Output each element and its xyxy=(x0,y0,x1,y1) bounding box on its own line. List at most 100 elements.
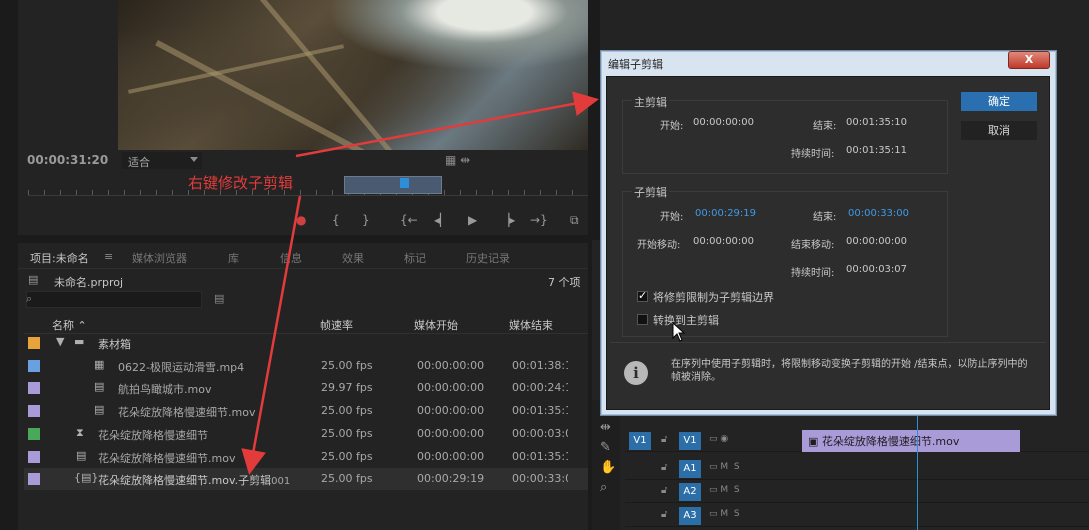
track-target-a1[interactable]: A1 xyxy=(679,460,701,478)
track-source-v1[interactable]: V1 xyxy=(629,432,651,450)
project-file-name: 未命名.prproj xyxy=(54,276,124,289)
track-a3[interactable]: 🔓︎ A3 ▭ M S xyxy=(625,505,1089,527)
track-a1[interactable]: 🔓︎ A1 ▭ M S xyxy=(625,458,1089,480)
marker-icon[interactable]: ● xyxy=(296,213,306,227)
master-clip-label: 主剪辑 xyxy=(632,94,669,110)
master-duration-value: 00:01:35:11 xyxy=(846,145,908,156)
item-start: 00:00:00:00 xyxy=(417,359,485,372)
track-controls[interactable]: ▭ M S xyxy=(709,509,740,519)
triangle-down-icon[interactable]: ▼ xyxy=(56,335,64,348)
tab-project[interactable]: 项目:未命名 xyxy=(30,250,89,266)
tab-library[interactable]: 库 xyxy=(228,250,239,266)
label-color[interactable] xyxy=(28,451,40,463)
restrict-trim-label[interactable]: 将修剪限制为子剪辑边界 xyxy=(653,289,774,305)
lock-icon[interactable]: 🔓︎ xyxy=(661,462,667,473)
ok-button[interactable]: 确定 xyxy=(961,92,1037,111)
project-item-sequence[interactable]: ⧗ 花朵绽放降格慢速细节 25.00 fps 00:00:00:00 00:00… xyxy=(24,423,588,445)
mark-in-icon[interactable]: { xyxy=(332,213,340,227)
hand-tool-icon[interactable]: ✋ xyxy=(600,460,616,475)
playhead-timecode[interactable]: 00:00:31:20 xyxy=(27,153,108,167)
lock-icon[interactable]: 🔓︎ xyxy=(661,509,667,520)
label-color[interactable] xyxy=(28,428,40,440)
tab-effects[interactable]: 效果 xyxy=(342,250,364,266)
sub-end-value[interactable]: 00:00:33:00 xyxy=(848,208,909,219)
project-item[interactable]: ▤ 航拍鸟瞰城市.mov 29.97 fps 00:00:00:00 00:00… xyxy=(24,377,588,399)
lock-icon[interactable]: 🔓︎ xyxy=(661,485,667,496)
track-target-a2[interactable]: A2 xyxy=(679,483,701,501)
close-button[interactable]: X xyxy=(1008,51,1050,69)
label-color[interactable] xyxy=(28,473,40,485)
sort-up-icon: ⌃ xyxy=(77,319,87,332)
dialog-title: 编辑子剪辑 xyxy=(608,58,663,71)
film-icon: ▤ xyxy=(94,403,105,416)
col-media-start[interactable]: 媒体开始 xyxy=(414,317,458,333)
item-name: 花朵绽放降格慢速细节 xyxy=(98,429,208,442)
track-controls[interactable]: ▭ M S xyxy=(709,462,740,472)
item-name: 航拍鸟瞰城市.mov xyxy=(118,383,212,396)
mark-out-icon[interactable]: } xyxy=(362,213,370,227)
export-frame-icon[interactable]: ▦ ⇹ xyxy=(445,153,470,167)
item-start: 00:00:00:00 xyxy=(417,427,485,440)
project-item-subclip[interactable]: {▤} 花朵绽放降格慢速细节.mov.子剪辑001 25.00 fps 00:0… xyxy=(24,468,588,490)
step-back-icon[interactable]: ◂▏ xyxy=(434,213,449,227)
master-clip-group xyxy=(622,100,948,174)
lock-icon[interactable]: 🔓︎ xyxy=(661,434,667,445)
go-to-in-icon[interactable]: {← xyxy=(400,213,418,227)
tab-info[interactable]: 信息 xyxy=(280,250,302,266)
track-controls[interactable]: ▭ M S xyxy=(709,485,740,495)
in-out-range[interactable] xyxy=(344,176,442,194)
panel-menu-icon[interactable]: ≡ xyxy=(104,250,113,263)
master-end-value: 00:01:35:10 xyxy=(846,117,908,128)
play-icon[interactable]: ▶ xyxy=(468,213,477,227)
project-item[interactable]: ▤ 花朵绽放降格慢速细节.mov 25.00 fps 00:00:00:00 0… xyxy=(24,400,588,422)
item-start: 00:00:00:00 xyxy=(417,450,485,463)
sub-start-value[interactable]: 00:00:29:19 xyxy=(695,208,756,219)
master-end-label: 结束: xyxy=(813,121,837,132)
item-end: 00:01:38:17 xyxy=(512,359,568,372)
insert-icon[interactable]: ⧉ xyxy=(570,213,579,228)
timeline-playhead[interactable] xyxy=(917,410,918,530)
playhead-marker[interactable] xyxy=(400,178,409,188)
item-fps: 25.00 fps xyxy=(321,472,373,485)
sub-start-move-value: 00:00:00:00 xyxy=(693,236,755,247)
project-item-bin[interactable]: ▼ ▬ 素材箱 xyxy=(24,332,588,354)
pen-tool-icon[interactable]: ✎ xyxy=(600,440,611,455)
label-color[interactable] xyxy=(28,360,40,372)
timeline-clip[interactable]: ▣ 花朵绽放降格慢速细节.mov xyxy=(802,430,1020,452)
search-icon: ⌕ xyxy=(26,292,33,305)
item-name: 0622-极限运动滑雪.mp4 xyxy=(118,361,245,374)
step-forward-icon[interactable]: ▕▸ xyxy=(500,213,515,227)
tab-media-browser[interactable]: 媒体浏览器 xyxy=(132,250,187,266)
tab-history[interactable]: 历史记录 xyxy=(466,250,510,266)
film-icon: ▤ xyxy=(94,380,105,393)
eye-icon[interactable]: ▭ ◉ xyxy=(709,434,728,444)
convert-master-label[interactable]: 转换到主剪辑 xyxy=(653,312,719,328)
cancel-button[interactable]: 取消 xyxy=(961,121,1037,140)
project-item[interactable]: ▦ 0622-极限运动滑雪.mp4 25.00 fps 00:00:00:00 … xyxy=(24,355,588,377)
label-color[interactable] xyxy=(28,382,40,394)
search-input[interactable] xyxy=(26,291,202,308)
label-color[interactable] xyxy=(28,405,40,417)
project-file-icon: ▤ xyxy=(28,273,39,286)
track-target-v1[interactable]: V1 xyxy=(679,432,701,450)
track-target-a3[interactable]: A3 xyxy=(679,507,701,525)
time-ruler[interactable] xyxy=(28,178,588,196)
go-to-out-icon[interactable]: →} xyxy=(530,213,548,227)
col-media-end[interactable]: 媒体结束 xyxy=(509,317,553,333)
item-name: 花朵绽放降格慢速细节.mov.子剪辑001 xyxy=(98,474,291,487)
tab-markers[interactable]: 标记 xyxy=(404,250,426,266)
subclip-icon: {▤} xyxy=(74,471,99,484)
col-name[interactable]: 名称 ⌃ xyxy=(52,317,87,333)
label-color[interactable] xyxy=(28,337,40,349)
new-bin-icon[interactable]: ▤ xyxy=(214,292,224,305)
restrict-trim-checkbox[interactable] xyxy=(637,289,648,302)
slip-tool-icon[interactable]: ⇹ xyxy=(600,420,611,435)
track-a2[interactable]: 🔓︎ A2 ▭ M S xyxy=(625,481,1089,503)
project-tabs: 项目:未命名 ≡ 媒体浏览器 库 信息 效果 标记 历史记录 xyxy=(18,243,588,269)
zoom-fit-select[interactable]: 适合 xyxy=(122,152,202,169)
convert-master-checkbox[interactable] xyxy=(637,314,648,325)
zoom-tool-icon[interactable]: ⌕ xyxy=(600,480,607,495)
col-fps[interactable]: 帧速率 xyxy=(320,317,353,333)
item-fps: 25.00 fps xyxy=(321,450,373,463)
project-item[interactable]: ▤ 花朵绽放降格慢速细节.mov 25.00 fps 00:00:00:00 0… xyxy=(24,446,588,468)
